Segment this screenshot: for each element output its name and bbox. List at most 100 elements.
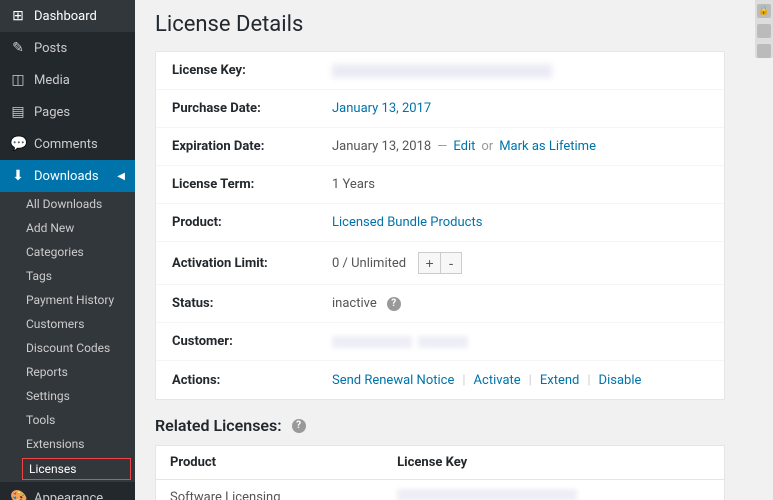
submenu-extensions[interactable]: Extensions bbox=[0, 432, 135, 456]
downloads-submenu: All Downloads Add New Categories Tags Pa… bbox=[0, 192, 135, 482]
expiration-sep: — bbox=[437, 139, 447, 154]
expiration-date-value: January 13, 2018 — Edit or Mark as Lifet… bbox=[332, 139, 596, 154]
main-content: 🔒 License Details License Key: Purchase … bbox=[135, 0, 773, 500]
col-product: Product bbox=[156, 446, 384, 480]
activation-limit-value: 0 / Unlimited + - bbox=[332, 252, 462, 274]
related-product-1: Software Licensing bbox=[156, 480, 384, 500]
sidebar-item-label: Appearance bbox=[34, 491, 103, 500]
page-title: License Details bbox=[155, 12, 725, 37]
expiration-or: or bbox=[481, 139, 493, 154]
license-term-row: License Term: 1 Years bbox=[156, 166, 724, 204]
license-term-text: 1 Years bbox=[332, 177, 375, 192]
sidebar-item-comments[interactable]: 💬 Comments bbox=[0, 128, 135, 160]
content-area: License Details License Key: Purchase Da… bbox=[135, 0, 755, 500]
arrow-icon: ◀ bbox=[117, 171, 125, 182]
submenu-payment-history[interactable]: Payment History bbox=[0, 288, 135, 312]
sidebar-item-label: Pages bbox=[34, 105, 70, 120]
license-key-row: License Key: bbox=[156, 52, 724, 90]
media-icon: ◫ bbox=[10, 72, 26, 88]
col-key: License Key bbox=[383, 446, 724, 480]
activation-limit-row: Activation Limit: 0 / Unlimited + - bbox=[156, 242, 724, 285]
pages-icon: ▤ bbox=[10, 104, 26, 120]
panel-icon-2 bbox=[757, 44, 771, 58]
submenu-customers[interactable]: Customers bbox=[0, 312, 135, 336]
submenu-add-new[interactable]: Add New bbox=[0, 216, 135, 240]
customer-value bbox=[332, 336, 468, 348]
license-key-label: License Key: bbox=[172, 63, 332, 78]
status-value: inactive ? bbox=[332, 296, 401, 311]
submenu-all-downloads[interactable]: All Downloads bbox=[0, 192, 135, 216]
appearance-icon: 🎨 bbox=[10, 490, 26, 500]
actions-row: Actions: Send Renewal Notice | Activate … bbox=[156, 361, 724, 399]
activation-limit-label: Activation Limit: bbox=[172, 256, 332, 271]
activate-link[interactable]: Activate bbox=[474, 373, 521, 388]
lock-icon: 🔒 bbox=[757, 4, 771, 18]
status-row: Status: inactive ? bbox=[156, 285, 724, 323]
sidebar-item-appearance[interactable]: 🎨 Appearance bbox=[0, 482, 135, 500]
purchase-date-value: January 13, 2017 bbox=[332, 101, 431, 116]
license-key-value bbox=[332, 64, 552, 78]
product-value: Licensed Bundle Products bbox=[332, 215, 482, 230]
related-help-icon[interactable]: ? bbox=[292, 419, 306, 433]
qty-controls: + - bbox=[418, 252, 462, 274]
license-details-card: License Key: Purchase Date: January 13, … bbox=[155, 51, 725, 400]
panel-icon-1 bbox=[757, 24, 771, 38]
actions-value: Send Renewal Notice | Activate | Extend … bbox=[332, 373, 641, 388]
sidebar-item-pages[interactable]: ▤ Pages bbox=[0, 96, 135, 128]
license-term-value: 1 Years bbox=[332, 177, 375, 192]
customer-label: Customer: bbox=[172, 334, 332, 349]
sidebar-item-dashboard[interactable]: ⊞ Dashboard bbox=[0, 0, 135, 32]
submenu-discount-codes[interactable]: Discount Codes bbox=[0, 336, 135, 360]
expiration-edit-link[interactable]: Edit bbox=[453, 139, 475, 154]
sidebar-item-downloads[interactable]: ⬇ Downloads ◀ bbox=[0, 160, 135, 192]
actions-label: Actions: bbox=[172, 373, 332, 388]
purchase-date-link[interactable]: January 13, 2017 bbox=[332, 101, 431, 116]
sidebar-item-posts[interactable]: ✎ Posts bbox=[0, 32, 135, 64]
submenu-categories[interactable]: Categories bbox=[0, 240, 135, 264]
submenu-reports[interactable]: Reports bbox=[0, 360, 135, 384]
send-renewal-link[interactable]: Send Renewal Notice bbox=[332, 373, 454, 388]
product-label: Product: bbox=[172, 215, 332, 230]
customer-blurred-2 bbox=[418, 336, 468, 348]
product-row: Product: Licensed Bundle Products bbox=[156, 204, 724, 242]
customer-row: Customer: bbox=[156, 323, 724, 361]
related-licenses-table: Product License Key Software Licensing B… bbox=[155, 445, 725, 500]
related-title-text: Related Licenses: bbox=[155, 416, 282, 435]
purchase-date-row: Purchase Date: January 13, 2017 bbox=[156, 90, 724, 128]
expiration-lifetime-link[interactable]: Mark as Lifetime bbox=[499, 139, 596, 154]
qty-plus-button[interactable]: + bbox=[418, 252, 440, 274]
customer-blurred bbox=[332, 336, 412, 348]
related-licenses-section: Related Licenses: ? Product License Key … bbox=[155, 416, 725, 500]
expiration-date-row: Expiration Date: January 13, 2018 — Edit… bbox=[156, 128, 724, 166]
related-key-1 bbox=[383, 480, 724, 500]
sidebar-item-label: Posts bbox=[34, 41, 67, 56]
related-licenses-title: Related Licenses: ? bbox=[155, 416, 725, 435]
status-help-icon[interactable]: ? bbox=[387, 297, 401, 311]
sidebar-item-label: Comments bbox=[34, 137, 98, 152]
sidebar-item-label: Media bbox=[34, 73, 70, 88]
disable-link[interactable]: Disable bbox=[599, 373, 642, 388]
sidebar-item-media[interactable]: ◫ Media bbox=[0, 64, 135, 96]
related-key-blur-1 bbox=[397, 489, 577, 500]
comments-icon: 💬 bbox=[10, 136, 26, 152]
product-link[interactable]: Licensed Bundle Products bbox=[332, 215, 482, 230]
sidebar: ⊞ Dashboard ✎ Posts ◫ Media ▤ Pages 💬 Co… bbox=[0, 0, 135, 500]
license-key-blurred bbox=[332, 64, 552, 78]
purchase-date-label: Purchase Date: bbox=[172, 101, 332, 116]
expiration-date-text: January 13, 2018 bbox=[332, 139, 431, 154]
activation-qty-text: 0 / Unlimited bbox=[332, 256, 406, 271]
lock-panel: 🔒 bbox=[755, 0, 773, 58]
submenu-tags[interactable]: Tags bbox=[0, 264, 135, 288]
expiration-date-label: Expiration Date: bbox=[172, 139, 332, 154]
license-term-label: License Term: bbox=[172, 177, 332, 192]
extend-link[interactable]: Extend bbox=[540, 373, 580, 388]
submenu-tools[interactable]: Tools bbox=[0, 408, 135, 432]
status-badge: inactive bbox=[332, 296, 377, 311]
status-label: Status: bbox=[172, 296, 332, 311]
table-row: Software Licensing bbox=[156, 480, 725, 500]
submenu-licenses[interactable]: Licenses bbox=[22, 458, 131, 480]
qty-minus-button[interactable]: - bbox=[440, 252, 462, 274]
posts-icon: ✎ bbox=[10, 40, 26, 56]
submenu-settings[interactable]: Settings bbox=[0, 384, 135, 408]
sidebar-item-label: Downloads bbox=[34, 169, 99, 184]
